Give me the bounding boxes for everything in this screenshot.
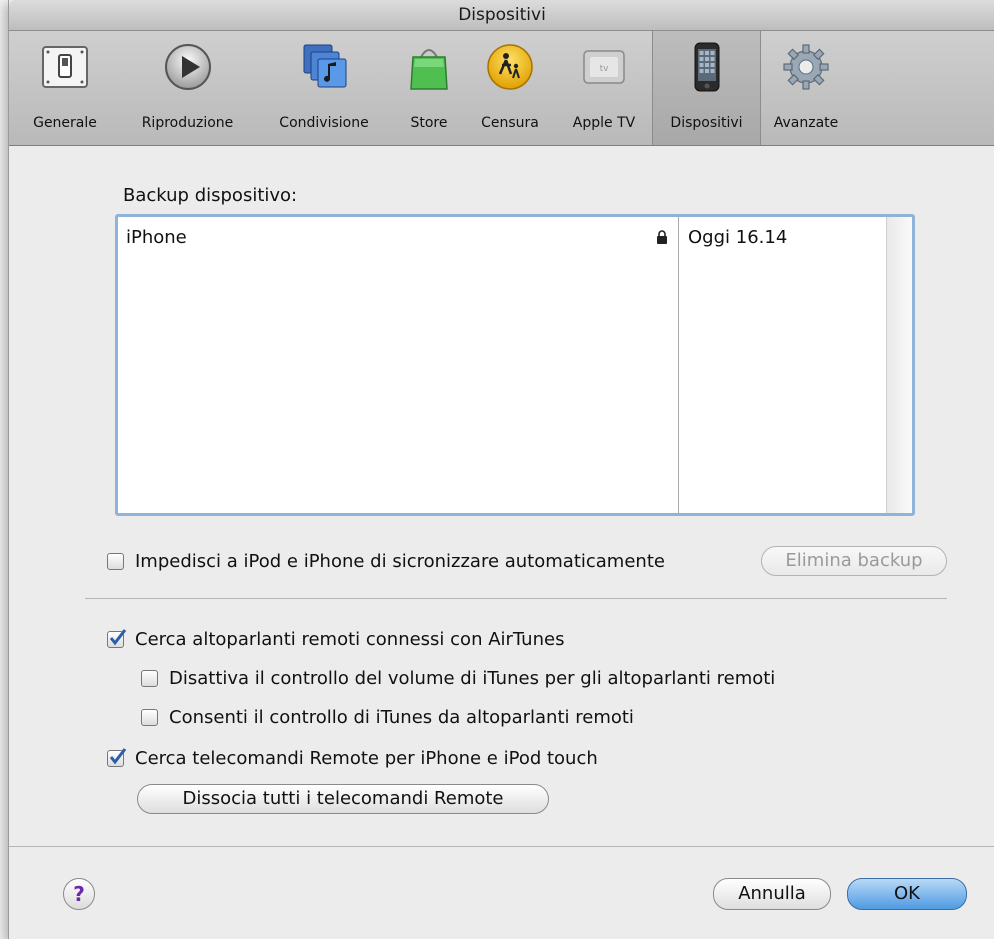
tab-censura[interactable]: Censura — [464, 31, 556, 145]
help-button[interactable]: ? — [63, 878, 95, 910]
sharing-icon — [303, 44, 347, 88]
tab-condivisione[interactable]: Condivisione — [254, 31, 394, 145]
play-icon — [164, 44, 211, 90]
title-bar[interactable]: Dispositivi — [9, 0, 994, 31]
lock-icon — [657, 230, 667, 244]
remote-label: Cerca telecomandi Remote per iPhone e iP… — [135, 748, 598, 769]
tab-dispositivi[interactable]: Dispositivi — [652, 31, 761, 145]
apple-tv-icon: tv — [583, 50, 625, 84]
tab-condivisione-label: Condivisione — [279, 115, 369, 131]
allow-control-checkbox[interactable] — [141, 709, 158, 726]
remote-checkbox[interactable] — [107, 748, 127, 767]
preferences-toolbar: Generale Riproduzione Condivisione Store… — [9, 31, 994, 146]
tab-avanzate[interactable]: Avanzate — [761, 31, 851, 145]
backup-list-scrollbar[interactable] — [886, 217, 912, 513]
preferences-window: Dispositivi Generale Riproduzione Condiv… — [8, 0, 994, 939]
prevent-sync-checkbox[interactable] — [107, 553, 124, 570]
tab-generale-label: Generale — [33, 115, 97, 131]
cancel-button[interactable]: Annulla — [713, 878, 831, 910]
gear-icon — [783, 44, 829, 90]
checkmark-icon — [109, 629, 127, 646]
delete-backup-button[interactable]: Elimina backup — [761, 546, 947, 576]
disable-volume-label: Disattiva il controllo del volume di iTu… — [169, 668, 776, 689]
ok-button[interactable]: OK — [847, 878, 967, 910]
tab-generale[interactable]: Generale — [9, 31, 121, 145]
switch-icon — [42, 46, 88, 88]
tab-riproduzione-label: Riproduzione — [141, 115, 234, 131]
backup-section-label: Backup dispositivo: — [123, 185, 298, 206]
prevent-sync-label: Impedisci a iPod e iPhone di sicronizzar… — [135, 551, 665, 572]
tab-riproduzione[interactable]: Riproduzione — [121, 31, 254, 145]
disable-volume-checkbox[interactable] — [141, 670, 158, 687]
checkmark-icon — [109, 748, 127, 765]
tab-avanzate-label: Avanzate — [773, 115, 839, 131]
footer-separator — [9, 846, 994, 847]
tab-store-label: Store — [410, 115, 448, 131]
dissociate-remotes-button[interactable]: Dissocia tutti i telecomandi Remote — [137, 784, 549, 814]
svg-text:tv: tv — [600, 64, 610, 74]
parental-icon — [487, 44, 533, 90]
section-separator — [85, 598, 947, 599]
tab-apple-tv-label: Apple TV — [572, 115, 636, 131]
allow-control-label: Consenti il controllo di iTunes da altop… — [169, 707, 634, 728]
tab-dispositivi-label: Dispositivi — [670, 115, 743, 131]
airtunes-label: Cerca altoparlanti remoti connessi con A… — [135, 629, 565, 650]
tab-apple-tv[interactable]: tv Apple TV — [556, 31, 652, 145]
column-divider — [678, 217, 679, 513]
airtunes-checkbox[interactable] — [107, 629, 127, 648]
backup-list[interactable]: iPhone Oggi 16.14 — [115, 214, 915, 516]
backup-device-name[interactable]: iPhone — [126, 227, 187, 248]
iphone-icon — [694, 42, 719, 92]
shopping-bag-icon — [410, 49, 448, 90]
tab-censura-label: Censura — [481, 115, 539, 131]
backup-date[interactable]: Oggi 16.14 — [688, 227, 787, 248]
window-title: Dispositivi — [458, 5, 546, 25]
tab-store[interactable]: Store — [394, 31, 464, 145]
